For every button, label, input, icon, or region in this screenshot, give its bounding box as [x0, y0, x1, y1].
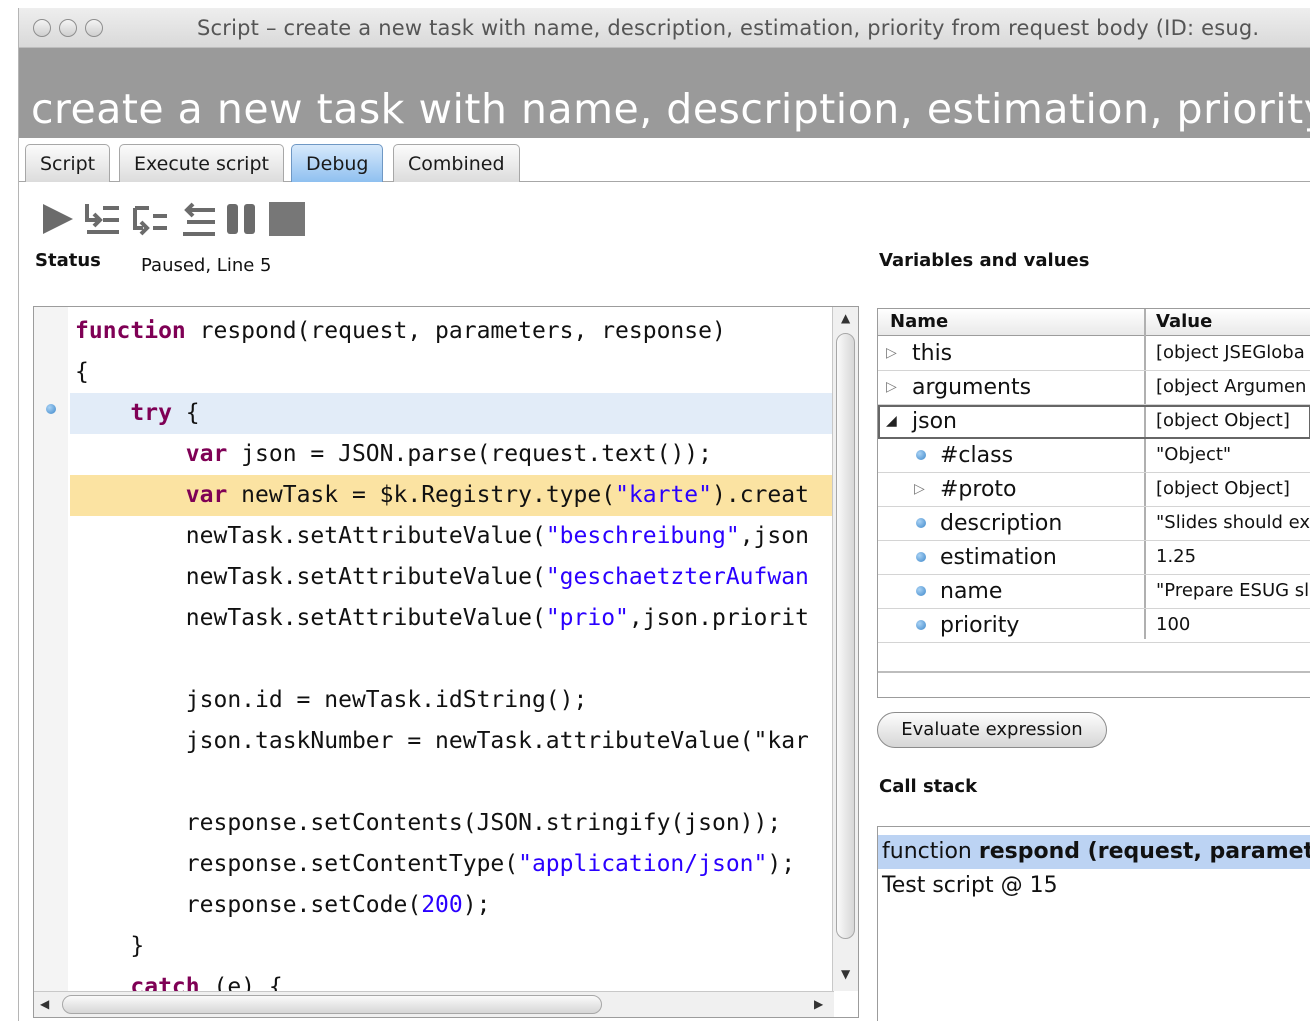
variable-name: #proto [940, 477, 1017, 502]
code-line: newTask.setAttributeValue("beschreibung"… [75, 523, 809, 549]
horizontal-scroll-thumb[interactable] [62, 995, 602, 1014]
scroll-down-icon[interactable]: ▼ [841, 967, 850, 981]
column-header-value[interactable]: Value [1156, 311, 1212, 332]
variable-row[interactable]: name "Prepare ESUG sl [878, 575, 1310, 609]
tab-debug[interactable]: Debug [291, 144, 384, 182]
variables-table[interactable]: Name Value ▷ this [object JSEGloba ▷ arg… [877, 308, 1310, 698]
leaf-bullet-icon [916, 518, 926, 528]
pause-icon[interactable] [223, 198, 261, 240]
variables-header: Name Value [878, 309, 1310, 336]
vertical-scroll-thumb[interactable] [836, 333, 855, 939]
tab-execute-script[interactable]: Execute script [119, 144, 284, 182]
variable-name: this [912, 341, 953, 366]
leaf-bullet-icon [916, 586, 926, 596]
zoom-window-button[interactable] [85, 19, 103, 37]
code-line: newTask.setAttributeValue("geschaetzterA… [75, 564, 809, 590]
variable-row[interactable]: description "Slides should ex [878, 507, 1310, 541]
step-out-icon[interactable] [179, 198, 217, 240]
code-line-current: try { [70, 393, 832, 434]
variable-value: 100 [1156, 614, 1191, 635]
page-title: create a new task with name, description… [31, 85, 1310, 133]
step-into-icon[interactable] [131, 198, 169, 240]
code-line-paused: var newTask = $k.Registry.type("karte").… [70, 475, 832, 516]
table-footer-divider [878, 671, 1310, 673]
scroll-right-icon[interactable]: ▶ [814, 997, 823, 1011]
play-icon[interactable] [39, 198, 77, 240]
variable-value: "Slides should ex [1156, 512, 1310, 533]
variable-value: [object Object] [1156, 478, 1290, 499]
variable-value: "Object" [1156, 444, 1232, 465]
horizontal-scrollbar[interactable]: ◀ ▶ [34, 991, 834, 1017]
variable-row[interactable]: ▷ arguments [object Argumen [878, 371, 1310, 405]
breakpoint-icon[interactable] [46, 404, 56, 414]
tab-bar: Script Execute script Debug Combined [19, 138, 1310, 182]
page-header: create a new task with name, description… [19, 48, 1310, 138]
scroll-up-icon[interactable]: ▲ [841, 311, 850, 325]
variable-name: estimation [940, 545, 1057, 570]
variable-name: arguments [912, 375, 1032, 400]
disclosure-collapsed-icon[interactable]: ▷ [886, 345, 897, 361]
variable-name: json [912, 409, 957, 434]
title-bar: Script – create a new task with name, de… [19, 8, 1310, 48]
variable-name: name [940, 579, 1003, 604]
variable-value: 1.25 [1156, 546, 1197, 567]
vertical-scrollbar[interactable]: ▲ ▼ [832, 307, 858, 991]
leaf-bullet-icon [916, 620, 926, 630]
code-line: response.setContents(JSON.stringify(json… [75, 810, 782, 836]
code-line: json.taskNumber = newTask.attributeValue… [75, 728, 809, 754]
column-header-name[interactable]: Name [890, 311, 948, 332]
evaluate-expression-button[interactable]: Evaluate expression [877, 712, 1107, 748]
call-stack-title: Call stack [879, 776, 978, 797]
variable-value: [object Argumen [1156, 376, 1307, 397]
variable-name: #class [940, 443, 1014, 468]
code-line: json.id = newTask.idString(); [75, 687, 588, 713]
variable-value: "Prepare ESUG sl [1156, 580, 1310, 601]
variable-row[interactable]: priority 100 [878, 609, 1310, 643]
variable-row[interactable]: #class "Object" [878, 439, 1310, 473]
code-line: { [75, 359, 89, 385]
variable-row-selected[interactable]: ◢ json [object Object] [878, 405, 1310, 439]
variable-name: priority [940, 613, 1020, 638]
step-over-icon[interactable] [83, 198, 121, 240]
window-title: Script – create a new task with name, de… [197, 16, 1260, 40]
code-line: function respond(request, parameters, re… [75, 318, 726, 344]
status-value: Paused, Line 5 [141, 255, 272, 276]
variables-title: Variables and values [879, 250, 1090, 271]
debugger-window: Script – create a new task with name, de… [18, 8, 1310, 1021]
variable-row[interactable]: estimation 1.25 [878, 541, 1310, 575]
stop-icon[interactable] [267, 198, 305, 240]
variable-row[interactable]: ▷ #proto [object Object] [878, 473, 1310, 507]
leaf-bullet-icon [916, 450, 926, 460]
leaf-bullet-icon [916, 552, 926, 562]
code-line: response.setCode(200); [75, 892, 491, 918]
variable-value: [object JSEGloba [1156, 342, 1305, 363]
call-stack-item[interactable]: function respond (request, paramete [878, 835, 1310, 869]
scroll-left-icon[interactable]: ◀ [40, 997, 49, 1011]
disclosure-expanded-icon[interactable]: ◢ [886, 413, 897, 429]
variable-value: [object Object] [1156, 410, 1290, 431]
code-line: var json = JSON.parse(request.text()); [185, 441, 712, 467]
call-stack-list[interactable]: function respond (request, paramete Test… [877, 826, 1310, 1021]
close-window-button[interactable] [33, 19, 51, 37]
disclosure-collapsed-icon[interactable]: ▷ [914, 481, 925, 497]
code-line: newTask.setAttributeValue("prio",json.pr… [75, 605, 809, 631]
status-label: Status [35, 250, 101, 271]
tab-combined[interactable]: Combined [393, 144, 520, 182]
call-stack-item[interactable]: Test script @ 15 [878, 869, 1310, 903]
tab-script[interactable]: Script [25, 144, 111, 182]
code-line: } [75, 933, 145, 959]
code-line: response.setContentType("application/jso… [75, 851, 796, 877]
minimize-window-button[interactable] [59, 19, 77, 37]
disclosure-collapsed-icon[interactable]: ▷ [886, 379, 897, 395]
variable-name: description [940, 511, 1063, 536]
code-editor[interactable]: function respond(request, parameters, re… [33, 306, 859, 1018]
variable-row[interactable]: ▷ this [object JSEGloba [878, 337, 1310, 371]
